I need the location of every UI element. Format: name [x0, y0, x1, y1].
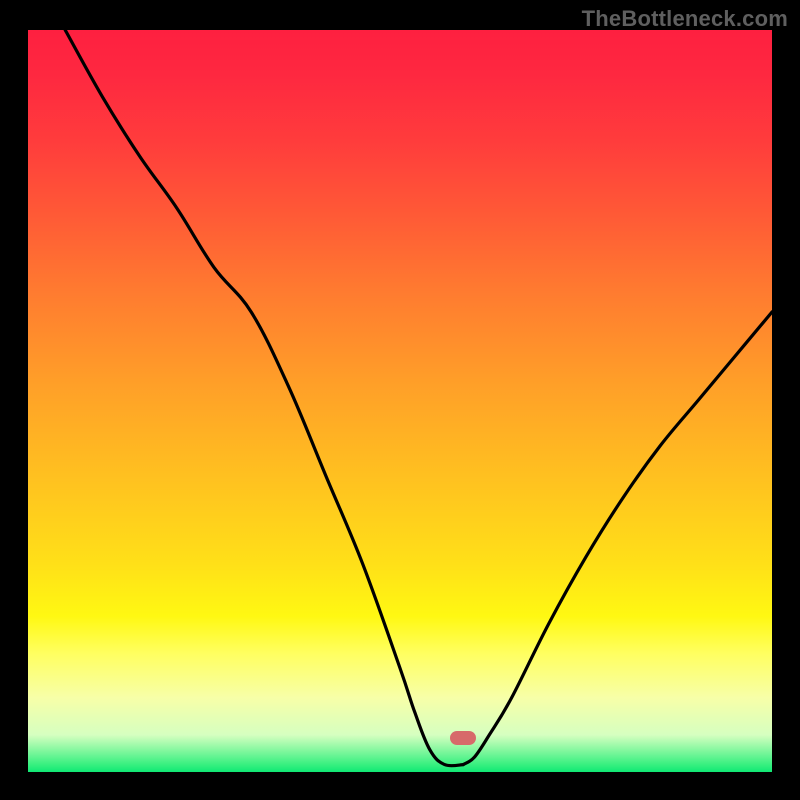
severity-gradient [28, 30, 772, 772]
chart-frame: TheBottleneck.com [0, 0, 800, 800]
plot-area [28, 30, 772, 772]
optimum-marker [450, 731, 476, 745]
watermark-text: TheBottleneck.com [582, 6, 788, 32]
